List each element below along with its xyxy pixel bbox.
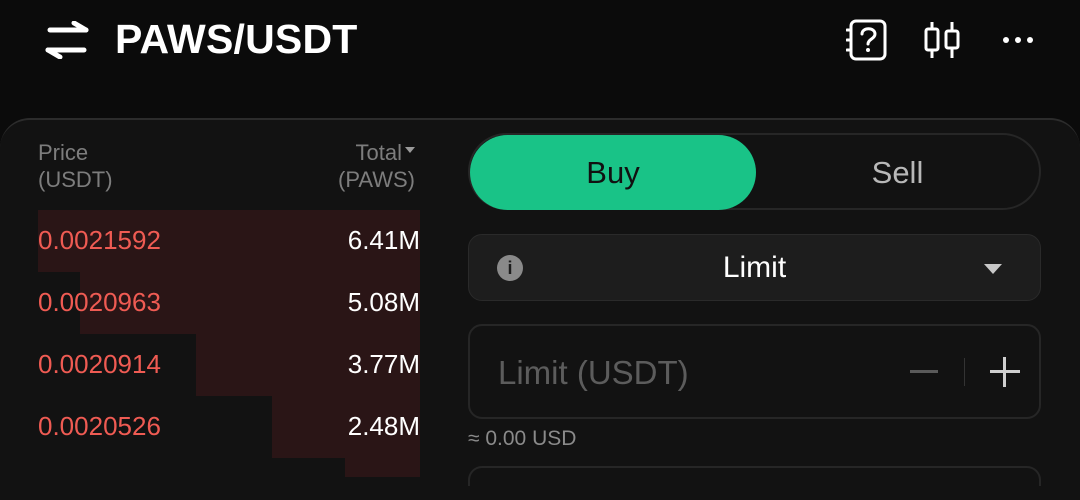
- orderbook-row[interactable]: 0.0020963 5.08M: [38, 272, 420, 334]
- total-header-unit: (PAWS): [338, 167, 415, 192]
- sell-tab[interactable]: Sell: [756, 135, 1039, 210]
- ask-total: 2.48M: [347, 411, 420, 441]
- limit-price-field: [468, 324, 1041, 419]
- ask-total: 5.08M: [347, 287, 420, 317]
- ask-total: 3.77M: [347, 349, 420, 379]
- total-header-label: Total: [355, 140, 402, 165]
- total-column-header[interactable]: Total (PAWS): [338, 139, 415, 193]
- limit-price-input[interactable]: [498, 353, 878, 393]
- ask-total: 6.41M: [347, 225, 420, 255]
- increase-button[interactable]: [990, 357, 1020, 387]
- swap-icon[interactable]: [44, 21, 90, 59]
- orderbook-row[interactable]: 0.0020914 3.77M: [38, 334, 420, 396]
- ask-price: 0.0020526: [38, 411, 161, 441]
- price-header-unit: (USDT): [38, 167, 113, 192]
- more-options-icon[interactable]: [998, 18, 1042, 62]
- orderbook-row[interactable]: 0.0021592 6.41M: [38, 210, 420, 272]
- amount-field-partial[interactable]: [468, 466, 1041, 486]
- order-type-select[interactable]: i Limit: [468, 234, 1041, 301]
- top-bar: PAWS/USDT: [0, 0, 1080, 100]
- help-document-icon[interactable]: [846, 18, 890, 62]
- buy-sell-toggle: Buy Sell: [468, 133, 1041, 210]
- order-type-label: Limit: [722, 251, 787, 284]
- approx-usd-value: ≈ 0.00 USD: [468, 427, 577, 450]
- depth-bar: [345, 458, 420, 477]
- chevron-down-icon: [984, 264, 1002, 274]
- decrease-button[interactable]: [910, 370, 938, 373]
- pair-title[interactable]: PAWS/USDT: [115, 16, 358, 63]
- ask-price: 0.0020914: [38, 349, 161, 379]
- price-column-header: Price (USDT): [38, 139, 113, 193]
- ask-price: 0.0021592: [38, 225, 161, 255]
- buy-tab[interactable]: Buy: [470, 135, 756, 210]
- sort-caret-icon[interactable]: [405, 147, 415, 154]
- orderbook-row[interactable]: 0.0020526 2.48M: [38, 396, 420, 458]
- ask-price: 0.0020963: [38, 287, 161, 317]
- candlestick-chart-icon[interactable]: [920, 18, 964, 62]
- stepper-divider: [964, 358, 965, 386]
- price-header-label: Price: [38, 140, 89, 165]
